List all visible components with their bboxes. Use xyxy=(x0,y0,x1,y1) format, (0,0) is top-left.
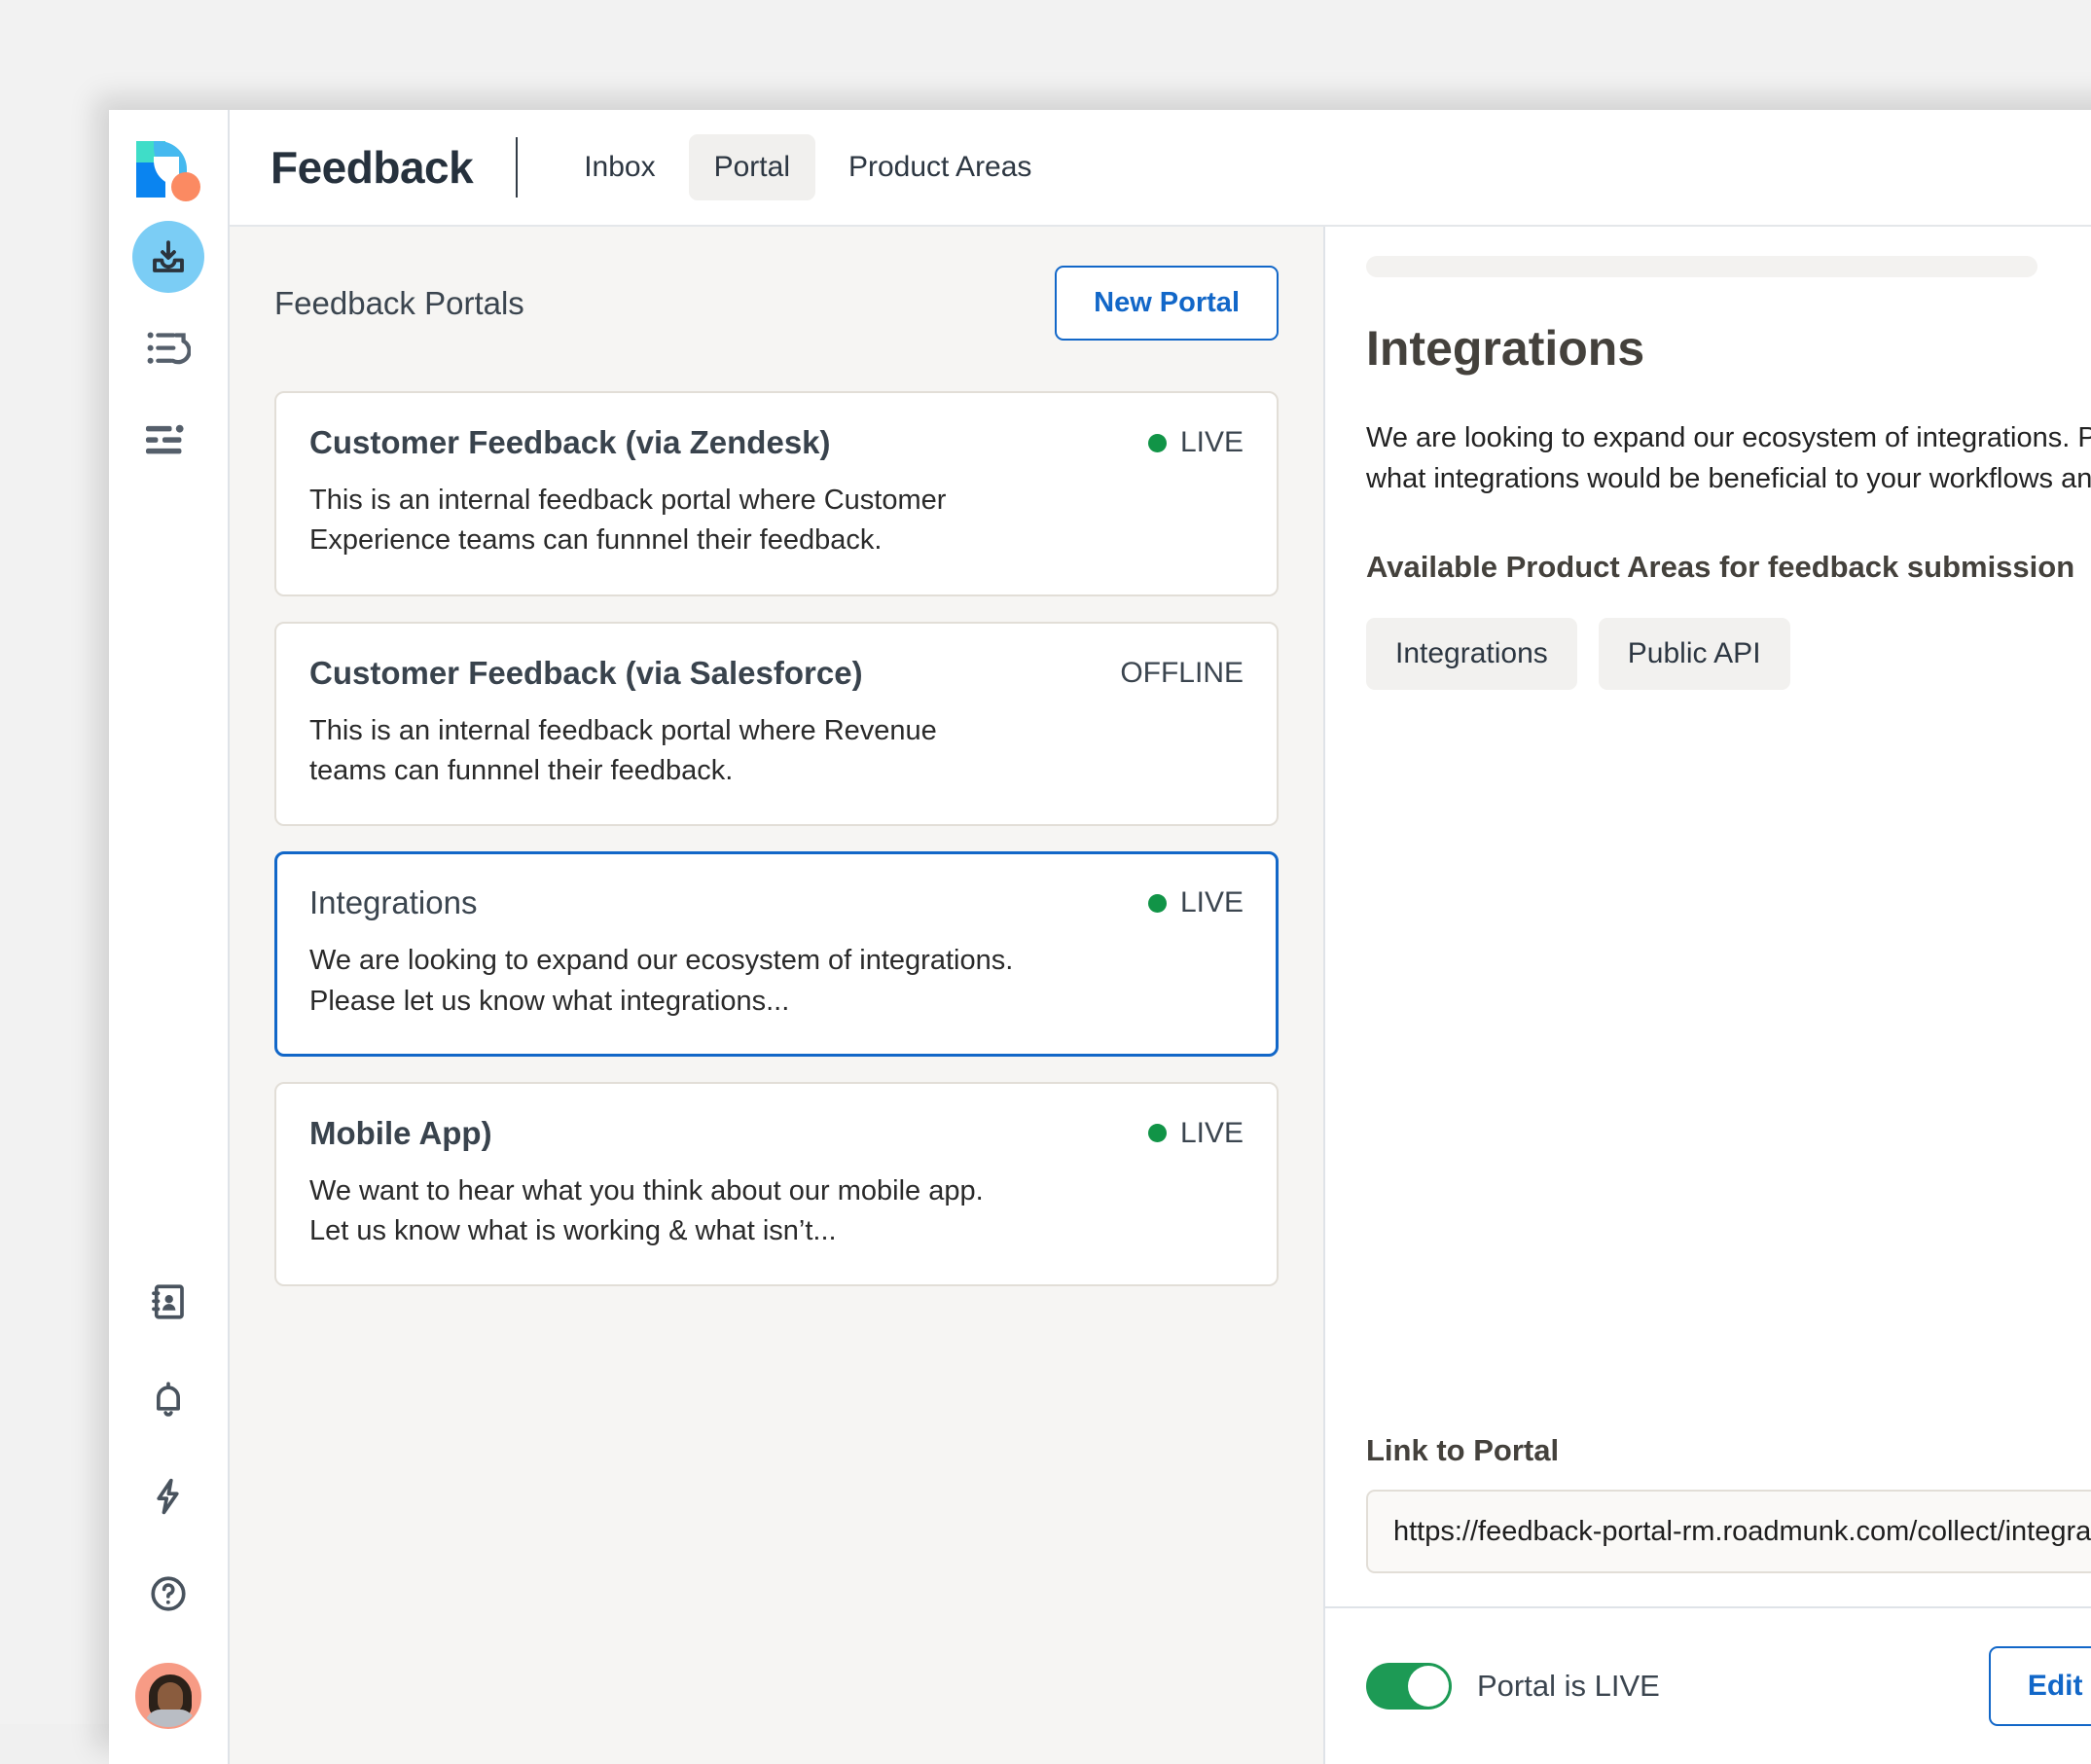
portal-live-toggle[interactable] xyxy=(1366,1663,1452,1710)
lightning-bolt-icon xyxy=(148,1476,189,1517)
status-label: OFFLINE xyxy=(1120,657,1244,690)
rail-item-feedback-inbox[interactable] xyxy=(132,221,204,293)
portal-description: We want to hear what you think about our… xyxy=(309,1171,1020,1251)
portal-description: This is an internal feedback portal wher… xyxy=(309,711,1020,791)
portal-detail-pane: Integrations We are looking to expand ou… xyxy=(1325,227,2091,1764)
portal-card-top: Customer Feedback (via Zendesk) LIVE xyxy=(309,422,1244,462)
rail-item-help[interactable] xyxy=(132,1558,204,1630)
status-label: LIVE xyxy=(1180,426,1244,459)
detail-description: We are looking to expand our ecosystem o… xyxy=(1366,417,2091,499)
status-label: LIVE xyxy=(1180,1117,1244,1150)
new-portal-button[interactable]: New Portal xyxy=(1055,266,1279,341)
product-area-chip-integrations[interactable]: Integrations xyxy=(1366,618,1577,690)
roadmap-list-icon xyxy=(146,329,191,368)
status-badge: OFFLINE xyxy=(1120,653,1244,690)
rail-item-documents[interactable] xyxy=(132,404,204,476)
feedback-portals-pane: Feedback Portals New Portal Customer Fee… xyxy=(230,227,1325,1764)
detail-banner-placeholder xyxy=(1366,256,2037,277)
portal-detail-footer: Portal is LIVE Edit Portal xyxy=(1325,1606,2091,1764)
status-dot-icon xyxy=(1148,1124,1167,1142)
portal-name: Customer Feedback (via Salesforce) xyxy=(309,653,863,693)
status-badge: LIVE xyxy=(1148,1113,1244,1150)
address-book-icon xyxy=(148,1281,189,1322)
link-to-portal-label: Link to Portal xyxy=(1366,1433,2091,1468)
portal-description: This is an internal feedback portal wher… xyxy=(309,481,1020,560)
status-dot-icon xyxy=(1148,434,1167,452)
app-window: Feedback Inbox Portal Product Areas Feed… xyxy=(109,110,2091,1764)
user-avatar[interactable] xyxy=(135,1663,201,1729)
bell-icon xyxy=(148,1379,189,1420)
left-icon-rail xyxy=(109,110,230,1764)
portal-description: We are looking to expand our ecosystem o… xyxy=(309,941,1020,1021)
detail-title: Integrations xyxy=(1366,320,2091,377)
inbox-download-icon xyxy=(148,236,189,277)
portals-title: Feedback Portals xyxy=(274,285,524,322)
rail-bottom-group xyxy=(109,1241,228,1729)
portals-header: Feedback Portals New Portal xyxy=(274,266,1279,341)
app-header: Feedback Inbox Portal Product Areas xyxy=(230,110,2091,227)
tab-inbox[interactable]: Inbox xyxy=(559,134,680,200)
header-tabs: Inbox Portal Product Areas xyxy=(559,134,1057,200)
portal-name: Integrations xyxy=(309,882,477,922)
rail-item-integrations[interactable] xyxy=(132,1460,204,1532)
available-product-areas-label: Available Product Areas for feedback sub… xyxy=(1366,550,2091,585)
portal-card-salesforce[interactable]: Customer Feedback (via Salesforce) OFFLI… xyxy=(274,622,1279,827)
body-split: Feedback Portals New Portal Customer Fee… xyxy=(230,227,2091,1764)
portal-card-top: Integrations LIVE xyxy=(309,882,1244,922)
rail-item-roadmaps[interactable] xyxy=(132,312,204,384)
portal-detail-content: Integrations We are looking to expand ou… xyxy=(1325,227,2091,1433)
portal-name: Mobile App) xyxy=(309,1113,492,1153)
portal-live-toggle-group: Portal is LIVE xyxy=(1366,1663,1660,1710)
portal-live-label: Portal is LIVE xyxy=(1477,1669,1660,1704)
portal-card-top: Mobile App) LIVE xyxy=(309,1113,1244,1153)
status-badge: LIVE xyxy=(1148,882,1244,919)
tab-portal[interactable]: Portal xyxy=(689,134,815,200)
status-badge: LIVE xyxy=(1148,422,1244,459)
main-column: Feedback Inbox Portal Product Areas Feed… xyxy=(230,110,2091,1764)
roadmunk-logo[interactable] xyxy=(136,141,200,201)
toggle-knob xyxy=(1408,1666,1449,1707)
tab-product-areas[interactable]: Product Areas xyxy=(823,134,1057,200)
logo-orange-dot xyxy=(171,172,200,201)
status-dot-icon xyxy=(1148,894,1167,913)
portal-name: Customer Feedback (via Zendesk) xyxy=(309,422,831,462)
avatar-shoulders xyxy=(145,1710,196,1729)
product-area-chips: Integrations Public API xyxy=(1366,618,2091,690)
portal-card-mobile-app[interactable]: Mobile App) LIVE We want to hear what yo… xyxy=(274,1082,1279,1287)
link-to-portal-block: Link to Portal https://feedback-portal-r… xyxy=(1325,1433,2091,1606)
rail-item-notifications[interactable] xyxy=(132,1363,204,1435)
portal-card-zendesk[interactable]: Customer Feedback (via Zendesk) LIVE Thi… xyxy=(274,391,1279,596)
help-circle-icon xyxy=(148,1573,189,1614)
edit-portal-button[interactable]: Edit Portal xyxy=(1989,1646,2091,1726)
rail-item-contacts[interactable] xyxy=(132,1266,204,1338)
page-title: Feedback xyxy=(270,141,473,194)
portal-card-integrations[interactable]: Integrations LIVE We are looking to expa… xyxy=(274,851,1279,1057)
text-lines-icon xyxy=(146,423,191,456)
header-divider xyxy=(516,137,518,198)
portal-card-top: Customer Feedback (via Salesforce) OFFLI… xyxy=(309,653,1244,693)
portal-url-input[interactable]: https://feedback-portal-rm.roadmunk.com/… xyxy=(1366,1490,2091,1573)
status-label: LIVE xyxy=(1180,886,1244,919)
product-area-chip-public-api[interactable]: Public API xyxy=(1599,618,1790,690)
